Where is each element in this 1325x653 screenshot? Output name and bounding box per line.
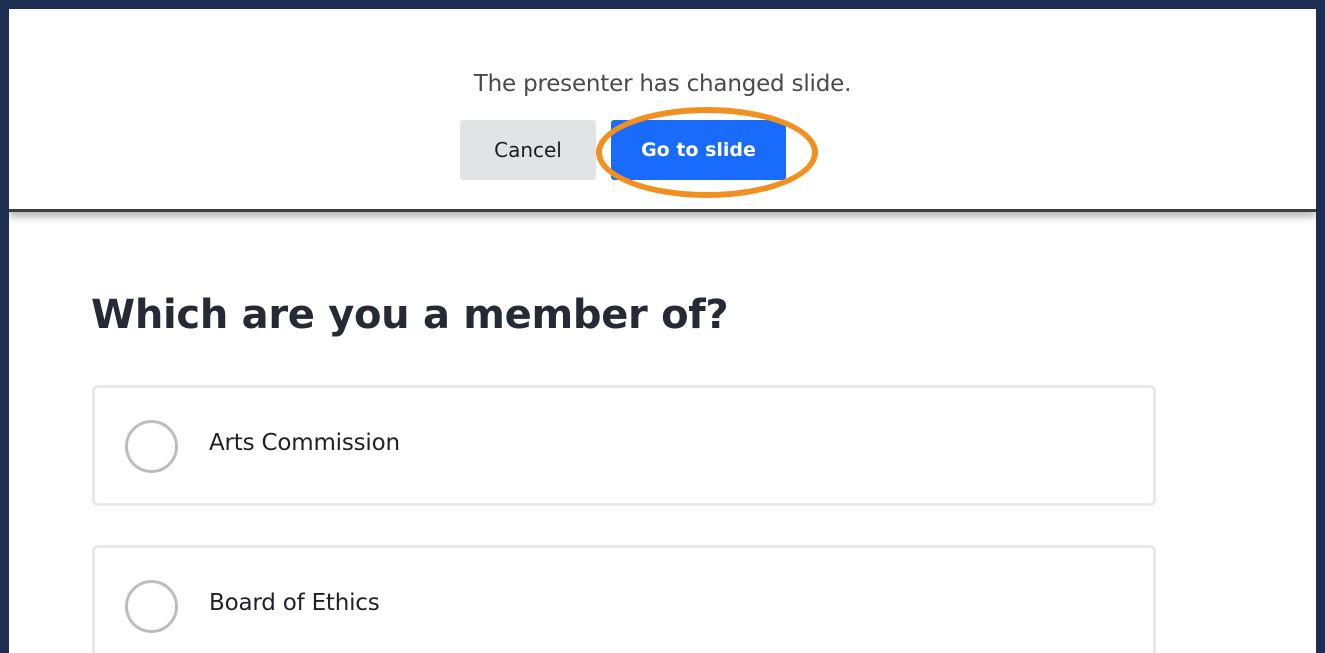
poll-question: Which are you a member of?: [91, 292, 729, 338]
radio-circle-icon[interactable]: [125, 580, 178, 633]
app-frame: The presenter has changed slide. Cancel …: [0, 0, 1325, 653]
poll-option-arts-commission[interactable]: Arts Commission: [92, 385, 1156, 506]
cancel-button[interactable]: Cancel: [460, 120, 596, 180]
go-to-slide-button[interactable]: Go to slide: [611, 120, 786, 180]
banner-message: The presenter has changed slide.: [473, 71, 852, 97]
poll-option-label: Board of Ethics: [209, 590, 380, 616]
poll-option-board-of-ethics[interactable]: Board of Ethics: [92, 545, 1156, 653]
slide-changed-banner: The presenter has changed slide. Cancel …: [9, 9, 1316, 212]
poll-option-label: Arts Commission: [209, 430, 400, 456]
radio-circle-icon[interactable]: [125, 420, 178, 473]
